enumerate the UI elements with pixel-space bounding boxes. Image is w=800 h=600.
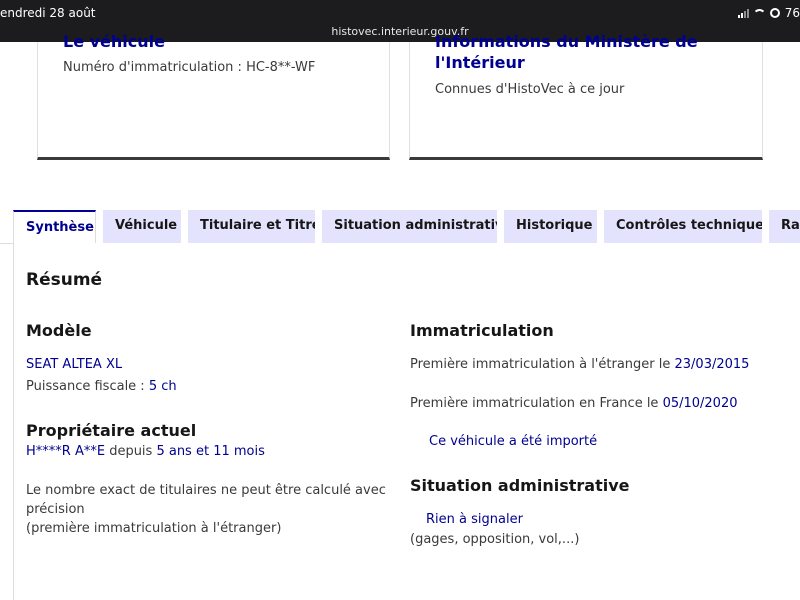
tab-rapport[interactable]: Rap — [769, 210, 800, 243]
fiscal-power-value: 5 ch — [148, 379, 177, 394]
fiscal-power-label: Puissance fiscale : — [26, 379, 149, 394]
owner-line: H****R A**E depuis 5 ans et 11 mois — [26, 442, 265, 461]
ministry-card-title-line1[interactable]: Informations du Ministère de — [435, 31, 698, 53]
france-registration-date: 05/10/2020 — [662, 396, 738, 411]
registration-heading: Immatriculation — [410, 321, 554, 340]
owner-since-label: depuis — [105, 444, 157, 459]
model-heading: Modèle — [26, 321, 92, 340]
foreign-registration-label: Première immatriculation à l'étranger le — [410, 357, 675, 372]
ministry-card-subtitle: Connues d'HistoVec à ce jour — [435, 82, 625, 97]
foreign-registration-line: Première immatriculation à l'étranger le… — [410, 355, 749, 374]
model-name: SEAT ALTEA XL — [26, 357, 123, 372]
tab-situation-administrative[interactable]: Situation administrative — [322, 210, 497, 243]
owner-note-line2: précision — [26, 502, 85, 517]
owner-note-line3: (première immatriculation à l'étranger) — [26, 521, 282, 536]
plate-line: Numéro d'immatriculation : HC-8**-WF — [63, 60, 315, 75]
admin-situation-detail: (gages, opposition, vol,...) — [410, 532, 580, 547]
tab-historique[interactable]: Historique — [504, 210, 597, 243]
plate-label: Numéro d'immatriculation : — [63, 60, 247, 75]
tab-controles-techniques[interactable]: Contrôles techniques — [604, 210, 762, 243]
synthese-panel: Résumé Modèle SEAT ALTEA XL Puissance fi… — [13, 243, 800, 600]
wifi-icon — [753, 9, 765, 17]
battery-icon — [769, 8, 780, 18]
tab-synthese[interactable]: Synthèse — [13, 210, 96, 244]
fiscal-power-line: Puissance fiscale : 5 ch — [26, 377, 177, 396]
plate-value: HC-8**-WF — [246, 60, 316, 75]
owner-since-value: 5 ans et 11 mois — [156, 444, 265, 459]
imported-notice: Ce véhicule a été importé — [429, 434, 598, 449]
vehicle-card-title[interactable]: Le véhicule — [63, 31, 165, 53]
cellular-signal-icon — [737, 8, 749, 18]
summary-heading: Résumé — [26, 270, 103, 290]
ministry-card: Informations du Ministère de l'Intérieur… — [409, 32, 763, 160]
vehicle-card: Le véhicule Numéro d'immatriculation : H… — [37, 32, 390, 160]
foreign-registration-date: 23/03/2015 — [674, 357, 750, 372]
tab-bar: Synthèse Véhicule Titulaire et Titre Sit… — [0, 210, 800, 244]
tab-vehicule[interactable]: Véhicule — [103, 210, 181, 243]
tab-titulaire-titre[interactable]: Titulaire et Titre — [188, 210, 315, 243]
ministry-card-title-line2[interactable]: l'Intérieur — [435, 52, 525, 74]
admin-situation-status: Rien à signaler — [426, 512, 523, 527]
owner-name: H****R A**E — [26, 444, 106, 459]
owner-note-line1: Le nombre exact de titulaires ne peut êt… — [26, 483, 386, 498]
status-indicators: 76 — [737, 6, 800, 20]
france-registration-label: Première immatriculation en France le — [410, 396, 663, 411]
admin-situation-heading: Situation administrative — [410, 476, 630, 495]
owner-heading: Propriétaire actuel — [26, 421, 197, 440]
france-registration-line: Première immatriculation en France le 05… — [410, 394, 738, 413]
battery-percent: 76 — [784, 6, 800, 20]
status-date: endredi 28 août — [0, 6, 96, 20]
